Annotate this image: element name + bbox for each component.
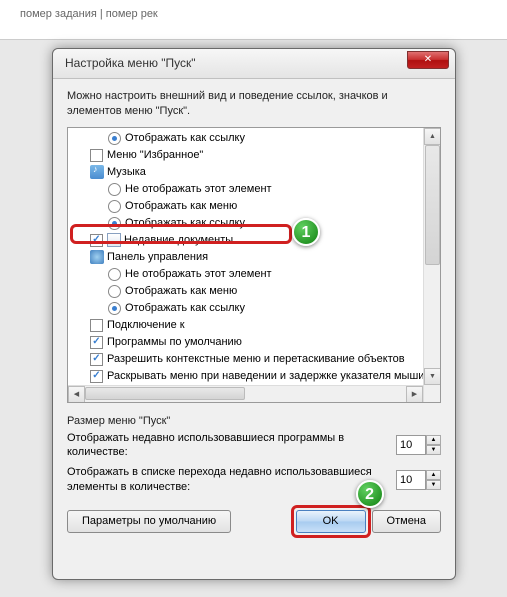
tree-item-label: Панель управления [107, 251, 208, 263]
recent-programs-spinner[interactable]: ▲ ▼ [396, 435, 441, 455]
checkbox-icon[interactable] [90, 336, 103, 349]
radio-icon[interactable] [108, 285, 121, 298]
scroll-right-button[interactable]: ▶ [406, 386, 423, 403]
tree-row[interactable]: Отображать как ссылку [72, 130, 436, 147]
options-tree: Отображать как ссылку Меню "Избранное" Муз… [67, 127, 441, 403]
tree-item-label: Отображать как ссылку [125, 132, 245, 144]
tree-row[interactable]: Раскрывать меню при наведении и задержке… [72, 368, 436, 385]
tree-item-label: Не отображать этот элемент [125, 268, 272, 280]
button-row: Параметры по умолчанию OK 2 Отмена [67, 510, 441, 533]
vertical-scrollbar[interactable]: ▲ ▼ [423, 128, 440, 402]
radio-icon[interactable] [108, 183, 121, 196]
tree-row[interactable]: Не отображать этот элемент [72, 181, 436, 198]
tree-item-label: Отображать как ссылку [125, 302, 245, 314]
tree-item-label: Отображать как меню [125, 200, 237, 212]
titlebar[interactable]: Настройка меню "Пуск" ✕ [53, 49, 455, 79]
section-label: Размер меню "Пуск" [67, 415, 441, 427]
scroll-up-button[interactable]: ▲ [424, 128, 441, 145]
annotation-badge-2: 2 [356, 480, 384, 508]
dialog-title: Настройка меню "Пуск" [65, 56, 196, 70]
tree-item-label: Программы по умолчанию [107, 336, 242, 348]
tree-row[interactable]: Отображать как меню [72, 283, 436, 300]
jumplist-items-label: Отображать в списке перехода недавно исп… [67, 465, 396, 494]
parent-window-hint: помер задания | помер рек [0, 0, 507, 40]
tree-row[interactable]: Отображать как ссылку [72, 215, 436, 232]
annotation-badge-1: 1 [292, 218, 320, 246]
recent-programs-row: Отображать недавно использовавшиеся прог… [67, 431, 441, 460]
music-icon [90, 165, 104, 179]
radio-icon[interactable] [108, 200, 121, 213]
spin-down-icon[interactable]: ▼ [426, 445, 441, 455]
customize-start-menu-dialog: Настройка меню "Пуск" ✕ Можно настроить … [52, 48, 456, 580]
recent-programs-label: Отображать недавно использовавшиеся прог… [67, 431, 396, 460]
checkbox-icon[interactable] [90, 370, 103, 383]
checkbox-icon[interactable] [90, 353, 103, 366]
tree-row[interactable]: Подключение к [72, 317, 436, 334]
radio-icon[interactable] [108, 217, 121, 230]
tree-item-label: Разрешить контекстные меню и перетаскива… [107, 353, 405, 365]
tree-item-label: Раскрывать меню при наведении и задержке… [107, 370, 424, 382]
dialog-content: Можно настроить внешний вид и поведение … [53, 79, 455, 543]
doc-icon [107, 233, 121, 247]
cancel-button[interactable]: Отмена [372, 510, 441, 533]
tree-row[interactable]: Музыка [72, 164, 436, 181]
scroll-down-button[interactable]: ▼ [424, 368, 441, 385]
scroll-left-button[interactable]: ◀ [68, 386, 85, 403]
tree-row[interactable]: Отображать как ссылку [72, 300, 436, 317]
jumplist-items-row: Отображать в списке перехода недавно исп… [67, 465, 441, 494]
cp-icon [90, 250, 104, 264]
radio-icon[interactable] [108, 268, 121, 281]
spin-up-icon[interactable]: ▲ [426, 470, 441, 480]
tree-item-label: Музыка [107, 166, 146, 178]
tree-item-label: Отображать как ссылку [125, 217, 245, 229]
checkbox-icon[interactable] [90, 149, 103, 162]
jumplist-items-spinner[interactable]: ▲ ▼ [396, 470, 441, 490]
jumplist-items-input[interactable] [396, 470, 426, 490]
close-button[interactable]: ✕ [407, 51, 449, 69]
checkbox-icon[interactable] [90, 234, 103, 247]
tree-row[interactable]: Программы по умолчанию [72, 334, 436, 351]
defaults-button[interactable]: Параметры по умолчанию [67, 510, 231, 533]
horizontal-scrollbar[interactable]: ◀ ▶ [68, 385, 423, 402]
tree-row[interactable]: Меню "Избранное" [72, 147, 436, 164]
tree-row[interactable]: Разрешить контекстные меню и перетаскива… [72, 351, 436, 368]
radio-icon[interactable] [108, 132, 121, 145]
tree-item-label: Не отображать этот элемент [125, 183, 272, 195]
tree-item-label: Подключение к [107, 319, 185, 331]
tree-item-label: Меню "Избранное" [107, 149, 203, 161]
scroll-thumb[interactable] [425, 145, 440, 265]
spin-down-icon[interactable]: ▼ [426, 480, 441, 490]
intro-text: Можно настроить внешний вид и поведение … [67, 89, 441, 119]
ok-button[interactable]: OK [296, 510, 366, 533]
hscroll-thumb[interactable] [85, 387, 245, 400]
tree-item-label: Недавние документы [124, 234, 233, 246]
spin-up-icon[interactable]: ▲ [426, 435, 441, 445]
tree-row[interactable]: Панель управления [72, 249, 436, 266]
radio-icon[interactable] [108, 302, 121, 315]
checkbox-icon[interactable] [90, 319, 103, 332]
tree-item-label: Отображать как меню [125, 285, 237, 297]
recent-programs-input[interactable] [396, 435, 426, 455]
tree-row[interactable]: Отображать как меню [72, 198, 436, 215]
tree-row[interactable]: Недавние документы [72, 232, 436, 249]
tree-row[interactable]: Не отображать этот элемент [72, 266, 436, 283]
